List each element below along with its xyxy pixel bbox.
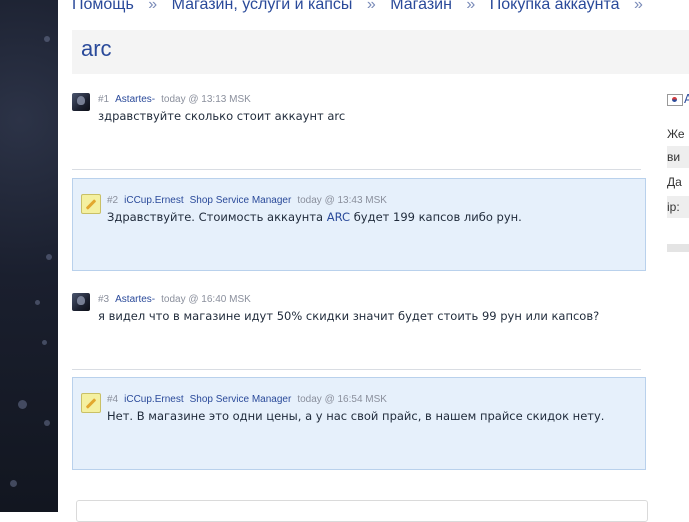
breadcrumb-shop[interactable]: Магазин — [390, 0, 452, 13]
post-text: здравствуйте сколько стоит аккаунт arc — [98, 109, 346, 123]
breadcrumb-separator: » — [633, 0, 643, 13]
post-time: today @ 16:40 MSK — [161, 294, 251, 305]
flag-icon — [667, 94, 683, 106]
highlighted-text: ARC — [326, 210, 351, 224]
sidebar-divider — [667, 244, 689, 252]
background-decoration — [0, 0, 58, 512]
post-meta: #4 iCCup.Ernest Shop Service Manager today … — [107, 394, 387, 405]
post-4: #4 iCCup.Ernest Shop Service Manager today … — [72, 377, 646, 470]
post-divider — [72, 369, 641, 370]
post-time: today @ 13:13 MSK — [161, 94, 251, 105]
post-2: #2 iCCup.Ernest Shop Service Manager today … — [72, 178, 646, 271]
post-author[interactable]: iCCup.Ernest — [124, 394, 183, 405]
breadcrumb-separator: » — [148, 0, 158, 13]
staff-avatar[interactable] — [81, 393, 101, 413]
staff-avatar[interactable] — [81, 194, 101, 214]
topic-title-bar: arc — [72, 30, 689, 74]
post-time: today @ 13:43 MSK — [297, 195, 387, 206]
sidebar-user-link[interactable]: A — [684, 92, 689, 106]
breadcrumb-separator: » — [466, 0, 476, 13]
sidebar-row: Да — [667, 175, 682, 189]
post-author[interactable]: Astartes- — [115, 94, 155, 105]
post-number[interactable]: #2 — [107, 195, 118, 206]
post-meta: #3 Astartes-today @ 16:40 MSK — [98, 294, 251, 305]
post-text-part: Здравствуйте. Стоимость аккаунта — [107, 210, 327, 224]
post-meta: #2 iCCup.Ernest Shop Service Manager today … — [107, 195, 387, 206]
post-divider — [72, 169, 641, 170]
post-text-part: будет 199 капсов либо рун. — [350, 210, 522, 224]
user-avatar[interactable] — [72, 93, 90, 111]
user-avatar[interactable] — [72, 293, 90, 311]
post-number[interactable]: #4 — [107, 394, 118, 405]
breadcrumb-shop-services[interactable]: Магазин, услуги и капсы — [172, 0, 353, 13]
breadcrumb-help[interactable]: Помощь — [72, 0, 134, 13]
reply-input[interactable] — [76, 500, 648, 522]
breadcrumb-separator: » — [366, 0, 376, 13]
post-author-role: Shop Service Manager — [189, 195, 292, 206]
post-meta: #1 Astartes-today @ 13:13 MSK — [98, 94, 251, 105]
post-time: today @ 16:54 MSK — [297, 394, 387, 405]
sidebar-row: Же — [667, 127, 685, 141]
sidebar-row: ip: — [667, 196, 689, 218]
post-author[interactable]: iCCup.Ernest — [124, 195, 183, 206]
post-text: Здравствуйте. Стоимость аккаунта ARC буд… — [107, 210, 522, 224]
post-author-role: Shop Service Manager — [189, 394, 292, 405]
post-text: Нет. В магазине это одни цены, а у нас с… — [107, 409, 605, 423]
post-1: #1 Astartes-today @ 13:13 MSK здравствуйт… — [72, 90, 646, 160]
post-text: я видел что в магазине идут 50% скидки з… — [98, 309, 600, 323]
sidebar-row: ви — [667, 146, 689, 168]
post-3: #3 Astartes-today @ 16:40 MSK я видел что… — [72, 290, 646, 360]
post-number[interactable]: #3 — [98, 294, 109, 305]
topic-title: arc — [81, 36, 112, 61]
breadcrumb-account-purchase[interactable]: Покупка аккаунта — [490, 0, 620, 13]
post-author[interactable]: Astartes- — [115, 294, 155, 305]
post-number[interactable]: #1 — [98, 94, 109, 105]
breadcrumb: Помощь » Магазин, услуги и капсы » Магаз… — [72, 0, 653, 18]
